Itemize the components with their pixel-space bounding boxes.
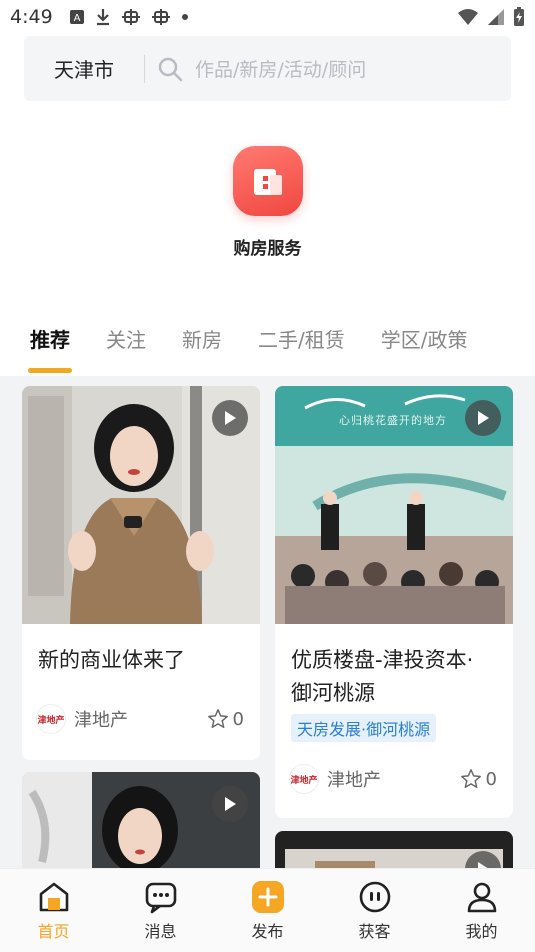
bug-icon [121,9,140,25]
play-button[interactable] [465,400,501,436]
author-name: 津地产 [74,710,128,731]
profile-icon [465,880,499,914]
author-logo: 津地产 [36,704,66,734]
tab-school-policy[interactable]: 学区/政策 [381,318,468,353]
bottom-nav: 首页 消息 发布 获客 我的 [0,868,535,952]
dot-icon [181,14,188,20]
author-logo: 津地产 [289,764,319,794]
video-thumbnail[interactable] [22,386,260,624]
message-icon [144,880,178,914]
star-icon [207,709,228,728]
card-title[interactable]: 新的商业体来了 [38,644,244,677]
video-thumbnail[interactable] [22,772,260,870]
banner-text: 心归桃花盛开的地方 [339,414,447,427]
search-input[interactable]: 作品/新房/活动/顾问 [195,55,366,82]
card-title[interactable]: 优质楼盘-津投资本·御河桃源 [291,644,493,710]
battery-charging-icon [514,7,524,26]
a-badge-icon: A [69,10,84,24]
feed-card[interactable]: 新的商业体来了 津地产 津地产 0 [22,386,260,760]
download-icon [96,9,109,26]
tab-recommend[interactable]: 推荐 [28,318,72,373]
star-icon [460,769,481,788]
divider [144,54,145,83]
feed[interactable]: 新的商业体来了 津地产 津地产 0 心归桃花盛开的地方 优质楼盘-津投资本·御河… [0,376,535,870]
nav-profile[interactable]: 我的 [442,880,522,942]
search-bar[interactable]: 天津市 作品/新房/活动/顾问 [24,36,511,101]
nav-label: 获客 [358,921,391,941]
play-button[interactable] [212,400,248,436]
bug-icon [151,9,170,25]
like-count: 0 [485,768,497,790]
nav-messages[interactable]: 消息 [121,880,201,942]
city-selector[interactable]: 天津市 [24,54,144,83]
like-count: 0 [232,708,244,730]
feed-card[interactable]: 心归桃花盛开的地方 优质楼盘-津投资本·御河桃源 天房发展·御河桃源 津地产 津… [275,386,513,818]
card-author[interactable]: 津地产 津地产 [289,764,381,794]
author-name: 津地产 [327,770,381,791]
svg-text:A: A [73,13,80,24]
like-button[interactable]: 0 [207,708,244,730]
purchase-service-entry[interactable]: 购房服务 [0,146,535,259]
project-tag[interactable]: 天房发展·御河桃源 [291,714,437,742]
signal-icon [488,9,504,25]
tab-follow[interactable]: 关注 [106,318,146,353]
status-bar: 4:49 A [0,0,535,34]
feed-card[interactable] [275,831,513,870]
video-thumbnail[interactable] [275,831,513,870]
nav-label: 我的 [465,921,498,941]
publish-plus-icon [251,880,285,914]
tab-new-house[interactable]: 新房 [182,318,222,353]
nav-label: 发布 [251,921,284,941]
play-button[interactable] [212,786,248,822]
like-button[interactable]: 0 [460,768,497,790]
wifi-icon [458,9,478,25]
home-icon [37,880,71,914]
nav-label: 首页 [37,921,70,941]
feed-card[interactable] [22,772,260,870]
nav-label: 消息 [144,921,177,941]
customer-icon [358,880,392,914]
nav-publish[interactable]: 发布 [228,880,308,942]
category-tabs: 推荐 关注 新房 二手/租赁 学区/政策 [0,318,535,376]
search-icon [158,57,183,81]
video-thumbnail[interactable]: 心归桃花盛开的地方 [275,386,513,624]
building-icon [232,146,303,216]
card-author[interactable]: 津地产 津地产 [36,704,128,734]
status-time: 4:49 [10,6,53,28]
nav-customers[interactable]: 获客 [335,880,415,942]
service-label: 购房服务 [233,239,302,259]
nav-home[interactable]: 首页 [14,880,94,942]
tab-second-hand-rent[interactable]: 二手/租赁 [258,318,345,353]
